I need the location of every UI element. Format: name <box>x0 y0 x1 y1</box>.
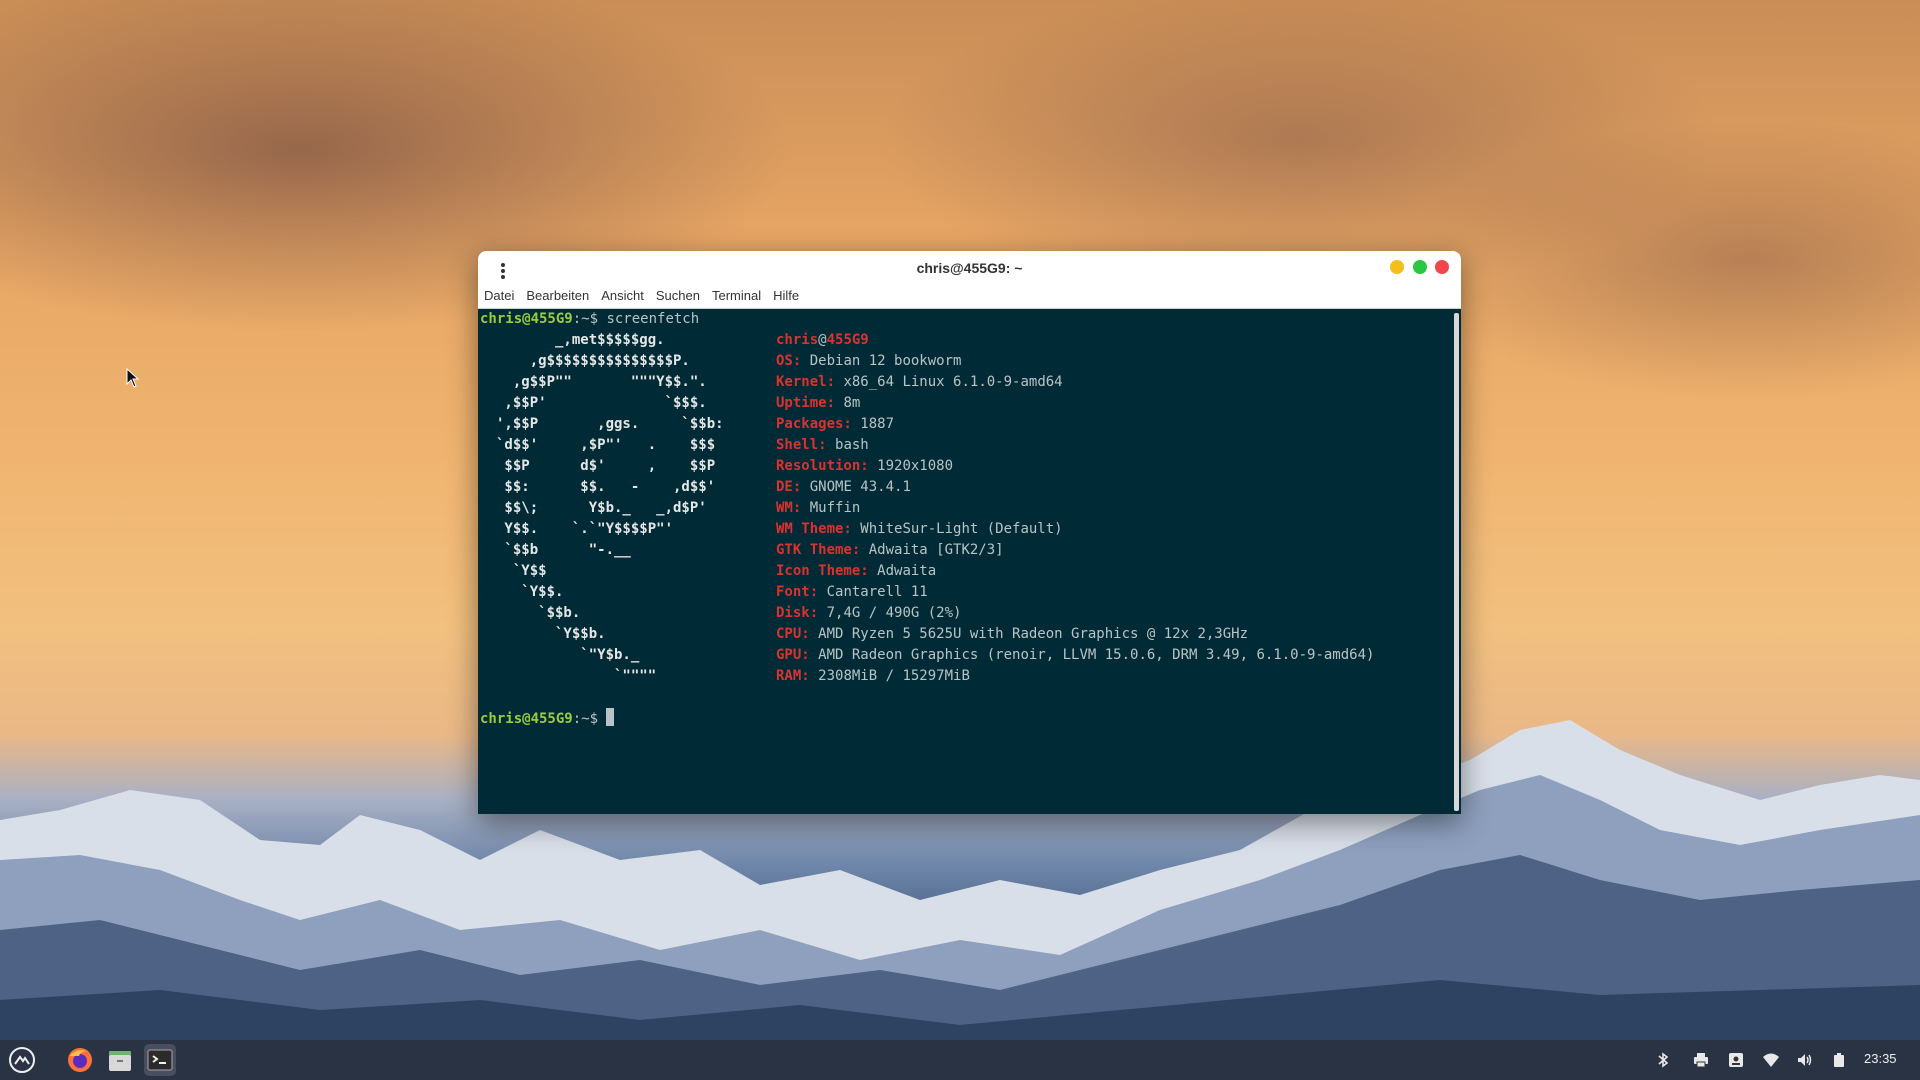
info-value: Debian 12 bookworm <box>809 353 962 369</box>
info-key: Packages: <box>776 416 852 432</box>
logo-line: `$$b "-.__ <box>496 542 631 558</box>
info-value: Adwaita [GTK2/3] <box>868 542 1004 558</box>
info-value: WhiteSur-Light (Default) <box>860 521 1063 537</box>
info-key: Shell: <box>776 437 827 453</box>
logo-line: `Y$$b. <box>496 626 606 642</box>
logo-line: `Y$$ <box>496 563 547 579</box>
logo-line: `d$$' ,$P"' . $$$ <box>496 437 716 453</box>
logo-line: `Y$$. <box>496 584 564 600</box>
menu-terminal[interactable]: Terminal <box>706 286 767 306</box>
firefox-icon[interactable] <box>64 1044 96 1076</box>
info-value: 8m <box>843 395 861 411</box>
info-value: 1920x1080 <box>877 458 954 474</box>
scrollbar[interactable] <box>1454 313 1459 811</box>
info-key: Kernel: <box>776 374 836 390</box>
logo-line: `$$b. <box>496 605 581 621</box>
taskbar: 23:35 <box>0 1040 1920 1080</box>
info-line: WM: Muffin <box>776 498 860 519</box>
info-value: Adwaita <box>877 563 937 579</box>
info-value: 2308MiB / 15297MiB <box>818 668 970 684</box>
info-line: GTK Theme: Adwaita [GTK2/3] <box>776 540 1004 561</box>
terminal-output[interactable]: chris@455G9:~$ screenfetch _,met$$$$$gg.… <box>478 309 1453 814</box>
info-value: 7,4G / 490G (2%) <box>826 605 962 621</box>
menu-datei[interactable]: Datei <box>478 286 520 306</box>
logo-line: ',$$P ,ggs. `$$b: <box>496 416 724 432</box>
printer-icon[interactable] <box>1692 1051 1710 1069</box>
wifi-icon[interactable] <box>1762 1051 1780 1069</box>
info-key: CPU: <box>776 626 810 642</box>
text-cursor <box>606 708 615 726</box>
info-line: GPU: AMD Radeon Graphics (renoir, LLVM 1… <box>776 645 1374 666</box>
logo-line: $$P d$' , $$P <box>496 458 716 474</box>
notes-icon[interactable] <box>1727 1051 1745 1069</box>
logo-line: ,g$$P"" """Y$$.". <box>496 374 707 390</box>
info-value: AMD Radeon Graphics (renoir, LLVM 15.0.6… <box>818 647 1375 663</box>
info-line: DE: GNOME 43.4.1 <box>776 477 911 498</box>
logo-line: ,g$$$$$$$$$$$$$$$P. <box>496 353 690 369</box>
logo-line: Y$$. `.`"Y$$$$P"' <box>496 521 674 537</box>
close-button[interactable] <box>1435 260 1449 274</box>
menu-hilfe[interactable]: Hilfe <box>767 286 805 306</box>
info-key: Disk: <box>776 605 819 621</box>
info-value: GNOME 43.4.1 <box>809 479 911 495</box>
info-key: RAM: <box>776 668 810 684</box>
clock[interactable]: 23:35 <box>1864 1051 1897 1066</box>
info-line: Resolution: 1920x1080 <box>776 456 953 477</box>
logo-line: `"Y$b._ <box>496 647 640 663</box>
logo-line: $$\; Y$b._ _,d$P' <box>496 500 707 516</box>
terminal-window[interactable]: chris@455G9: ~ Datei Bearbeiten Ansicht … <box>478 251 1461 814</box>
titlebar[interactable]: chris@455G9: ~ Datei Bearbeiten Ansicht … <box>478 251 1461 309</box>
logo-line: $$: $$. - ,d$$' <box>496 479 716 495</box>
info-line: RAM: 2308MiB / 15297MiB <box>776 666 970 687</box>
info-line: Kernel: x86_64 Linux 6.1.0-9-amd64 <box>776 372 1063 393</box>
menu-ansicht[interactable]: Ansicht <box>595 286 650 306</box>
info-key: DE: <box>776 479 802 495</box>
maximize-button[interactable] <box>1413 260 1427 274</box>
menubar: Datei Bearbeiten Ansicht Suchen Terminal… <box>478 286 805 306</box>
prompt-line: chris@455G9:~$ <box>480 708 615 729</box>
info-key: WM: <box>776 500 802 516</box>
info-line: CPU: AMD Ryzen 5 5625U with Radeon Graph… <box>776 624 1248 645</box>
host-line: chris@455G9 <box>776 332 869 348</box>
menu-suchen[interactable]: Suchen <box>650 286 706 306</box>
info-key: GPU: <box>776 647 810 663</box>
info-key: OS: <box>776 353 802 369</box>
command-line: chris@455G9:~$ screenfetch <box>480 311 700 327</box>
info-key: WM Theme: <box>776 521 852 537</box>
window-title: chris@455G9: ~ <box>916 260 1023 276</box>
info-line: Icon Theme: Adwaita <box>776 561 936 582</box>
battery-icon[interactable] <box>1830 1051 1848 1069</box>
menu-bearbeiten[interactable]: Bearbeiten <box>520 286 595 306</box>
logo-line: ,$$P' `$$$. <box>496 395 707 411</box>
info-value: x86_64 Linux 6.1.0-9-amd64 <box>843 374 1063 390</box>
terminal-icon[interactable] <box>144 1044 176 1076</box>
info-line: OS: Debian 12 bookworm <box>776 351 961 372</box>
info-value: Cantarell 11 <box>826 584 928 600</box>
info-key: Icon Theme: <box>776 563 869 579</box>
logo-line: `"""" <box>496 668 657 684</box>
info-key: Resolution: <box>776 458 869 474</box>
info-line: Packages: 1887 <box>776 414 894 435</box>
mouse-pointer-icon <box>126 368 140 388</box>
info-key: Uptime: <box>776 395 836 411</box>
info-line: Disk: 7,4G / 490G (2%) <box>776 603 961 624</box>
info-value: Muffin <box>809 500 861 516</box>
volume-icon[interactable] <box>1796 1051 1814 1069</box>
info-value: bash <box>835 437 869 453</box>
logo-line: _,met$$$$$gg. <box>496 332 665 348</box>
info-value: AMD Ryzen 5 5625U with Radeon Graphics @… <box>818 626 1249 642</box>
info-value: 1887 <box>860 416 895 432</box>
info-line: Uptime: 8m <box>776 393 860 414</box>
minimize-button[interactable] <box>1390 260 1404 274</box>
info-line: Font: Cantarell 11 <box>776 582 928 603</box>
files-icon[interactable] <box>104 1044 136 1076</box>
info-line: WM Theme: WhiteSur-Light (Default) <box>776 519 1063 540</box>
info-key: Font: <box>776 584 819 600</box>
info-line: Shell: bash <box>776 435 869 456</box>
menu-icon[interactable] <box>6 1044 38 1076</box>
info-key: GTK Theme: <box>776 542 861 558</box>
bluetooth-icon[interactable] <box>1654 1051 1672 1069</box>
